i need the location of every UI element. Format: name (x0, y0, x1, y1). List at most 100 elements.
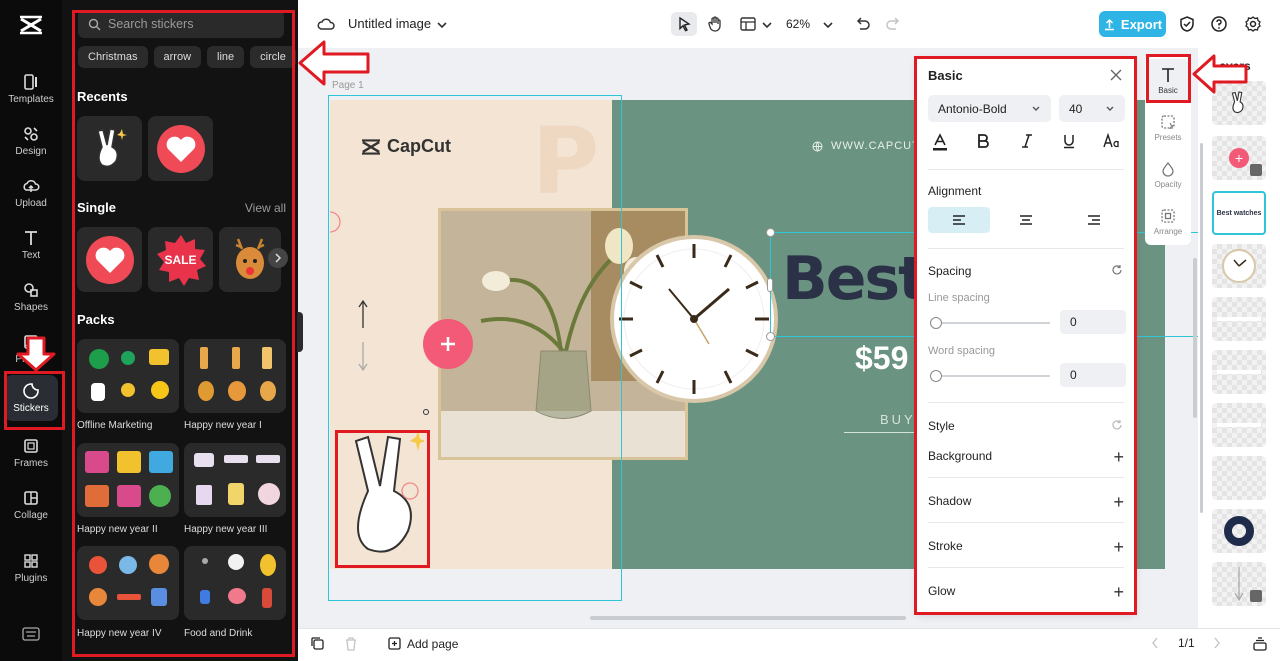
layer-item-arrow[interactable] (1212, 562, 1266, 606)
chip-line[interactable]: line (207, 46, 245, 68)
style-glow-row[interactable]: Glow + (928, 582, 1124, 602)
rail-item-templates[interactable]: Templates (4, 66, 58, 112)
sticker-search-box[interactable] (78, 10, 284, 38)
line-spacing-input[interactable]: 0 (1060, 310, 1126, 334)
plus-icon[interactable]: + (1113, 537, 1124, 558)
pack-offline-marketing[interactable] (77, 339, 179, 413)
plus-icon[interactable]: + (1113, 582, 1124, 603)
cloud-save-button[interactable] (316, 14, 336, 34)
layout-dropdown-button[interactable] (757, 15, 777, 35)
layer-item-clock[interactable] (1212, 244, 1266, 288)
redo-button[interactable] (883, 14, 903, 34)
text-case-button[interactable] (1103, 132, 1121, 152)
pack-happy-new-year-1[interactable] (184, 339, 286, 413)
horizontal-scrollbar[interactable] (590, 616, 906, 620)
capcut-logo-icon[interactable] (18, 14, 44, 36)
delete-page-button[interactable] (344, 636, 358, 651)
keyboard-icon[interactable] (22, 627, 40, 641)
rail-item-shapes[interactable]: Shapes (4, 274, 58, 320)
rail-item-design[interactable]: Design (4, 118, 58, 164)
rail-item-collage[interactable]: Collage (4, 482, 58, 528)
title-dropdown-button[interactable] (432, 15, 452, 35)
price-text[interactable]: $59 (855, 340, 908, 377)
line-spacing-slider[interactable] (930, 317, 1050, 329)
reset-icon[interactable] (1111, 419, 1123, 431)
single-view-all-link[interactable]: View all (245, 201, 286, 215)
recent-sticker-peace-hand[interactable] (77, 116, 142, 181)
underline-button[interactable] (1062, 133, 1076, 152)
chip-arrow[interactable]: arrow (153, 46, 202, 68)
zoom-level[interactable]: 62% (786, 17, 810, 31)
layout-tool-button[interactable] (738, 14, 758, 34)
layer-item-text-best-watches[interactable]: Best watches (1212, 191, 1266, 235)
rail-item-upload[interactable]: Upload (4, 170, 58, 216)
pages-panel-button[interactable] (1252, 636, 1268, 652)
hand-tool-button[interactable] (705, 14, 725, 34)
word-spacing-input[interactable]: 0 (1060, 363, 1126, 387)
font-family-select[interactable]: Antonio-Bold (928, 95, 1051, 122)
prev-page-button[interactable] (1150, 636, 1160, 650)
layer-item-peace-hand[interactable] (1212, 81, 1266, 125)
document-title[interactable]: Untitled image (348, 16, 431, 31)
plus-icon[interactable]: + (1113, 447, 1124, 468)
tab-basic[interactable]: Basic (1148, 59, 1188, 103)
pack-happy-new-year-4[interactable] (77, 546, 179, 620)
slider-knob[interactable] (930, 317, 942, 329)
style-shadow-row[interactable]: Shadow + (928, 492, 1124, 512)
sticker-search-input[interactable] (108, 17, 278, 31)
zoom-dropdown-button[interactable] (818, 15, 838, 35)
text-color-button[interactable] (932, 133, 948, 154)
chip-christmas[interactable]: Christmas (78, 46, 148, 68)
layer-item-plus-circle[interactable]: + (1212, 136, 1266, 180)
select-tool-button[interactable] (674, 14, 694, 34)
align-right-button[interactable] (1063, 207, 1125, 233)
undo-button[interactable] (853, 14, 873, 34)
layer-item-line-1[interactable] (1212, 297, 1266, 341)
clock-image[interactable] (609, 234, 779, 404)
close-icon[interactable] (1110, 69, 1122, 81)
pack-happy-new-year-3[interactable] (184, 443, 286, 517)
layer-item-line-2[interactable] (1212, 350, 1266, 394)
duplicate-page-button[interactable] (310, 636, 325, 651)
rail-item-plugins[interactable]: Plugins (4, 545, 58, 591)
plus-icon[interactable]: + (1113, 492, 1124, 513)
resize-handle[interactable] (767, 278, 773, 292)
slider-knob[interactable] (930, 370, 942, 382)
export-button[interactable]: Export (1099, 11, 1166, 37)
single-sticker-heart[interactable] (77, 227, 142, 292)
rail-item-frames[interactable]: Frames (4, 430, 58, 476)
buy-text[interactable]: BUY (880, 412, 916, 427)
italic-button[interactable] (1020, 133, 1034, 152)
reset-icon[interactable] (1111, 264, 1123, 276)
help-button[interactable] (1209, 14, 1229, 34)
style-background-row[interactable]: Background + (928, 447, 1124, 467)
single-scroll-next-button[interactable] (268, 248, 288, 268)
security-button[interactable] (1177, 14, 1197, 34)
single-sticker-sale[interactable]: SALE (148, 227, 213, 292)
chip-circle[interactable]: circle (250, 46, 296, 68)
vertical-scrollbar[interactable] (1193, 258, 1197, 418)
rail-item-text[interactable]: Text (4, 222, 58, 268)
banner-url[interactable]: WWW.CAPCUT (812, 140, 920, 152)
pack-food-and-drink[interactable] (184, 546, 286, 620)
layer-item-blank[interactable] (1212, 456, 1266, 500)
align-center-button[interactable] (995, 207, 1057, 233)
layer-item-line-3[interactable] (1212, 403, 1266, 447)
bold-button[interactable] (976, 133, 990, 153)
tab-presets[interactable]: Presets (1148, 106, 1188, 150)
tab-arrange[interactable]: Arrange (1148, 200, 1188, 244)
pack-happy-new-year-2[interactable] (77, 443, 179, 517)
layers-scrollbar[interactable] (1200, 143, 1203, 513)
word-spacing-slider[interactable] (930, 370, 1050, 382)
resize-handle[interactable] (766, 228, 775, 237)
tab-opacity[interactable]: Opacity (1148, 153, 1188, 197)
font-size-select[interactable]: 40 (1059, 95, 1125, 122)
rail-item-photos[interactable]: Photos (4, 326, 58, 372)
align-left-button[interactable] (928, 207, 990, 233)
recent-sticker-heart[interactable] (148, 116, 213, 181)
add-page-button[interactable]: Add page (387, 636, 458, 651)
style-stroke-row[interactable]: Stroke + (928, 537, 1124, 557)
layer-item-ring[interactable] (1212, 509, 1266, 553)
resize-handle[interactable] (766, 332, 775, 341)
settings-button[interactable] (1243, 14, 1263, 34)
